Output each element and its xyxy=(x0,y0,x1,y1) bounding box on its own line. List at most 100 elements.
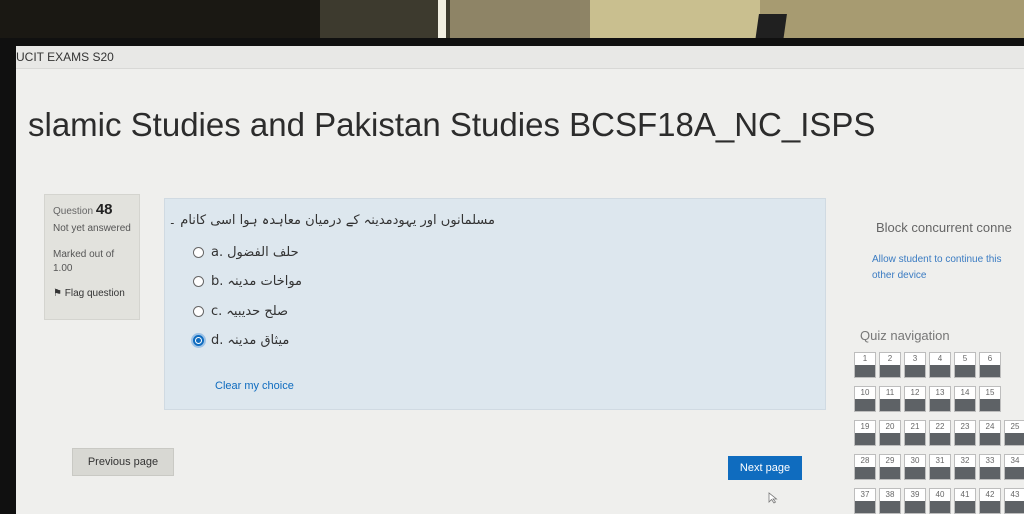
answer-letter: b. xyxy=(211,273,224,289)
quiz-nav-button[interactable]: 13 xyxy=(929,386,951,412)
quiz-nav-button[interactable]: 34 xyxy=(1004,454,1024,480)
quiz-nav-number: 39 xyxy=(910,490,920,499)
quiz-nav-button[interactable]: 20 xyxy=(879,420,901,446)
quiz-nav-button[interactable]: 42 xyxy=(979,488,1001,514)
quiz-nav-answered-indicator xyxy=(855,501,875,513)
quiz-nav-answered-indicator xyxy=(880,467,900,479)
quiz-nav-button[interactable]: 29 xyxy=(879,454,901,480)
quiz-nav-button[interactable]: 2 xyxy=(879,352,901,378)
quiz-nav-button[interactable]: 4 xyxy=(929,352,951,378)
question-label: Question xyxy=(53,206,94,217)
flag-question-label: Flag question xyxy=(64,288,125,299)
quiz-nav-button[interactable]: 32 xyxy=(954,454,976,480)
browser-screen: UCIT EXAMS S20 slamic Studies and Pakist… xyxy=(16,46,1024,514)
quiz-nav-answered-indicator xyxy=(855,433,875,445)
quiz-nav-number: 23 xyxy=(960,422,970,431)
quiz-nav-button[interactable]: 22 xyxy=(929,420,951,446)
quiz-nav-number: 3 xyxy=(912,354,918,363)
quiz-nav-button[interactable]: 12 xyxy=(904,386,926,412)
quiz-nav-button[interactable]: 43 xyxy=(1004,488,1024,514)
quiz-nav-button[interactable]: 41 xyxy=(954,488,976,514)
radio-button[interactable] xyxy=(193,305,204,317)
quiz-nav-number: 38 xyxy=(885,490,895,499)
quiz-nav-row: 37 38 39 40 41 42 43 xyxy=(854,488,1024,514)
quiz-nav-number: 33 xyxy=(985,456,995,465)
quiz-nav-button[interactable]: 31 xyxy=(929,454,951,480)
allow-link-line[interactable]: Allow student to continue this xyxy=(872,252,1024,268)
quiz-nav-answered-indicator xyxy=(1005,501,1024,513)
quiz-nav-answered-indicator xyxy=(880,501,900,513)
quiz-nav-number: 29 xyxy=(885,456,895,465)
quiz-nav-button[interactable]: 15 xyxy=(979,386,1001,412)
radio-button[interactable] xyxy=(193,246,204,258)
flag-question-button[interactable]: ⚑ Flag question xyxy=(53,288,131,299)
site-name[interactable]: UCIT EXAMS S20 xyxy=(16,50,114,64)
answer-option-c[interactable]: c. صلح حدیبیہ xyxy=(193,302,288,320)
flag-icon: ⚑ xyxy=(53,288,62,299)
quiz-nav-answered-indicator xyxy=(980,399,1000,411)
radio-button-selected[interactable] xyxy=(193,334,204,346)
allow-continue-link[interactable]: Allow student to continue this other dev… xyxy=(872,252,1024,284)
quiz-nav-button[interactable]: 37 xyxy=(854,488,876,514)
question-text: مسلمانوں اور یہودمدینہ کے درمیان معاہدہ … xyxy=(168,213,495,228)
quiz-nav-answered-indicator xyxy=(955,399,975,411)
quiz-nav-number: 14 xyxy=(960,388,970,397)
quiz-nav-answered-indicator xyxy=(905,467,925,479)
answer-option-b[interactable]: b. مواخات مدینہ xyxy=(193,272,302,290)
allow-link-line[interactable]: other device xyxy=(872,268,1024,284)
question-number: Question 48 xyxy=(53,201,131,218)
previous-page-button[interactable]: Previous page xyxy=(72,448,174,476)
answer-option-d[interactable]: d. میثاق مدینہ xyxy=(193,331,289,349)
quiz-nav-row: 19 20 21 22 23 24 25 xyxy=(854,420,1024,450)
quiz-nav-answered-indicator xyxy=(880,433,900,445)
quiz-nav-number: 30 xyxy=(910,456,920,465)
quiz-nav-button[interactable]: 25 xyxy=(1004,420,1024,446)
quiz-nav-row: 28 29 30 31 32 33 34 xyxy=(854,454,1024,484)
quiz-nav-number: 10 xyxy=(860,388,870,397)
next-page-button[interactable]: Next page xyxy=(728,456,802,480)
quiz-nav-answered-indicator xyxy=(930,433,950,445)
quiz-nav-answered-indicator xyxy=(980,501,1000,513)
quiz-nav-number: 13 xyxy=(935,388,945,397)
quiz-nav-button[interactable]: 3 xyxy=(904,352,926,378)
quiz-nav-button[interactable]: 28 xyxy=(854,454,876,480)
quiz-nav-answered-indicator xyxy=(905,399,925,411)
question-info: Question 48 Not yet answered Marked out … xyxy=(44,194,140,320)
quiz-nav-answered-indicator xyxy=(930,467,950,479)
quiz-nav-number: 37 xyxy=(860,490,870,499)
quiz-nav-number: 31 xyxy=(935,456,945,465)
quiz-nav-button[interactable]: 30 xyxy=(904,454,926,480)
clear-choice-link[interactable]: Clear my choice xyxy=(215,380,294,392)
answer-option-a[interactable]: a. حلف الفضول xyxy=(193,243,299,261)
quiz-nav-number: 20 xyxy=(885,422,895,431)
quiz-nav-button[interactable]: 19 xyxy=(854,420,876,446)
quiz-nav-button[interactable]: 23 xyxy=(954,420,976,446)
answer-letter: a. xyxy=(211,244,224,260)
quiz-nav-button[interactable]: 33 xyxy=(979,454,1001,480)
quiz-navigation-grid: 1 2 3 4 5 6 10 11 12 13 14 15 19 20 21 22 23 24 25 28 29 30 31… xyxy=(854,352,1024,514)
quiz-nav-number: 2 xyxy=(887,354,893,363)
quiz-nav-answered-indicator xyxy=(880,365,900,377)
quiz-nav-row: 10 11 12 13 14 15 xyxy=(854,386,1024,416)
question-marks: Marked out of 1.00 xyxy=(53,249,115,274)
quiz-nav-number: 1 xyxy=(862,354,868,363)
quiz-nav-button[interactable]: 5 xyxy=(954,352,976,378)
quiz-nav-button[interactable]: 38 xyxy=(879,488,901,514)
quiz-nav-number: 32 xyxy=(960,456,970,465)
quiz-nav-button[interactable]: 40 xyxy=(929,488,951,514)
quiz-nav-button[interactable]: 10 xyxy=(854,386,876,412)
quiz-nav-number: 12 xyxy=(910,388,920,397)
quiz-nav-number: 34 xyxy=(1010,456,1020,465)
quiz-nav-answered-indicator xyxy=(955,433,975,445)
quiz-nav-number: 4 xyxy=(937,354,943,363)
quiz-nav-button[interactable]: 24 xyxy=(979,420,1001,446)
quiz-nav-button[interactable]: 21 xyxy=(904,420,926,446)
radio-button[interactable] xyxy=(193,275,204,287)
quiz-nav-button[interactable]: 14 xyxy=(954,386,976,412)
quiz-nav-answered-indicator xyxy=(955,501,975,513)
quiz-nav-button[interactable]: 39 xyxy=(904,488,926,514)
quiz-nav-answered-indicator xyxy=(930,365,950,377)
quiz-nav-button[interactable]: 11 xyxy=(879,386,901,412)
quiz-nav-button[interactable]: 1 xyxy=(854,352,876,378)
quiz-nav-button[interactable]: 6 xyxy=(979,352,1001,378)
